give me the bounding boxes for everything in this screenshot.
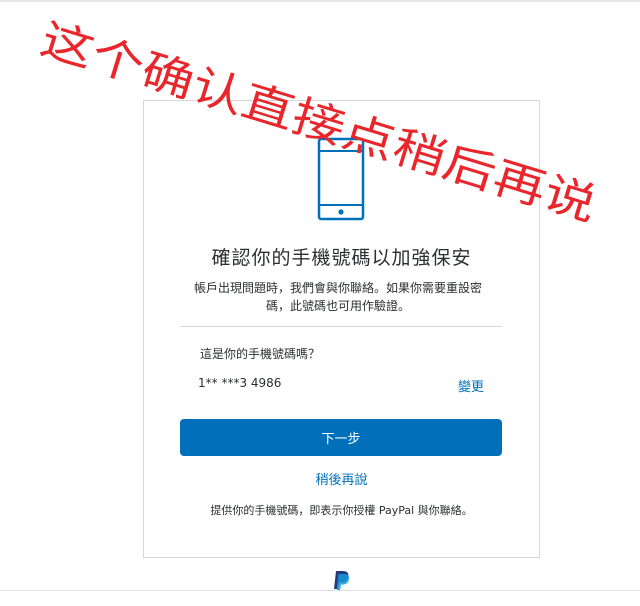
later-link[interactable]: 稍後再說: [143, 469, 540, 488]
consent-text: 提供你的手機號碼，即表示你授權 PayPal 與你聯絡。: [210, 504, 473, 517]
description-line-2: 碼，此號碼也可用作驗證。: [265, 299, 410, 313]
phone-icon: [317, 137, 365, 225]
bottom-divider: [0, 590, 640, 591]
masked-phone-number: 1** ***3 4986: [198, 376, 282, 390]
description-line-1: 帳戶出現問題時，我們會與你聯絡。如果你需要重設密: [193, 281, 482, 295]
next-button[interactable]: 下一步: [180, 419, 502, 456]
description-text: 帳戶出現問題時，我們會與你聯絡。如果你需要重設密 碼，此號碼也可用作驗證。: [188, 279, 488, 315]
top-divider: [0, 0, 640, 2]
section-divider: [180, 326, 502, 327]
page-title: 確認你的手機號碼以加強保安: [211, 247, 472, 269]
page: 確認你的手機號碼以加強保安 帳戶出現問題時，我們會與你聯絡。如果你需要重設密 碼…: [0, 0, 640, 606]
paypal-logo-icon: [331, 570, 351, 596]
phone-question-label: 這是你的手機號碼嗎？: [200, 347, 321, 361]
change-phone-link[interactable]: 變更: [458, 376, 484, 395]
